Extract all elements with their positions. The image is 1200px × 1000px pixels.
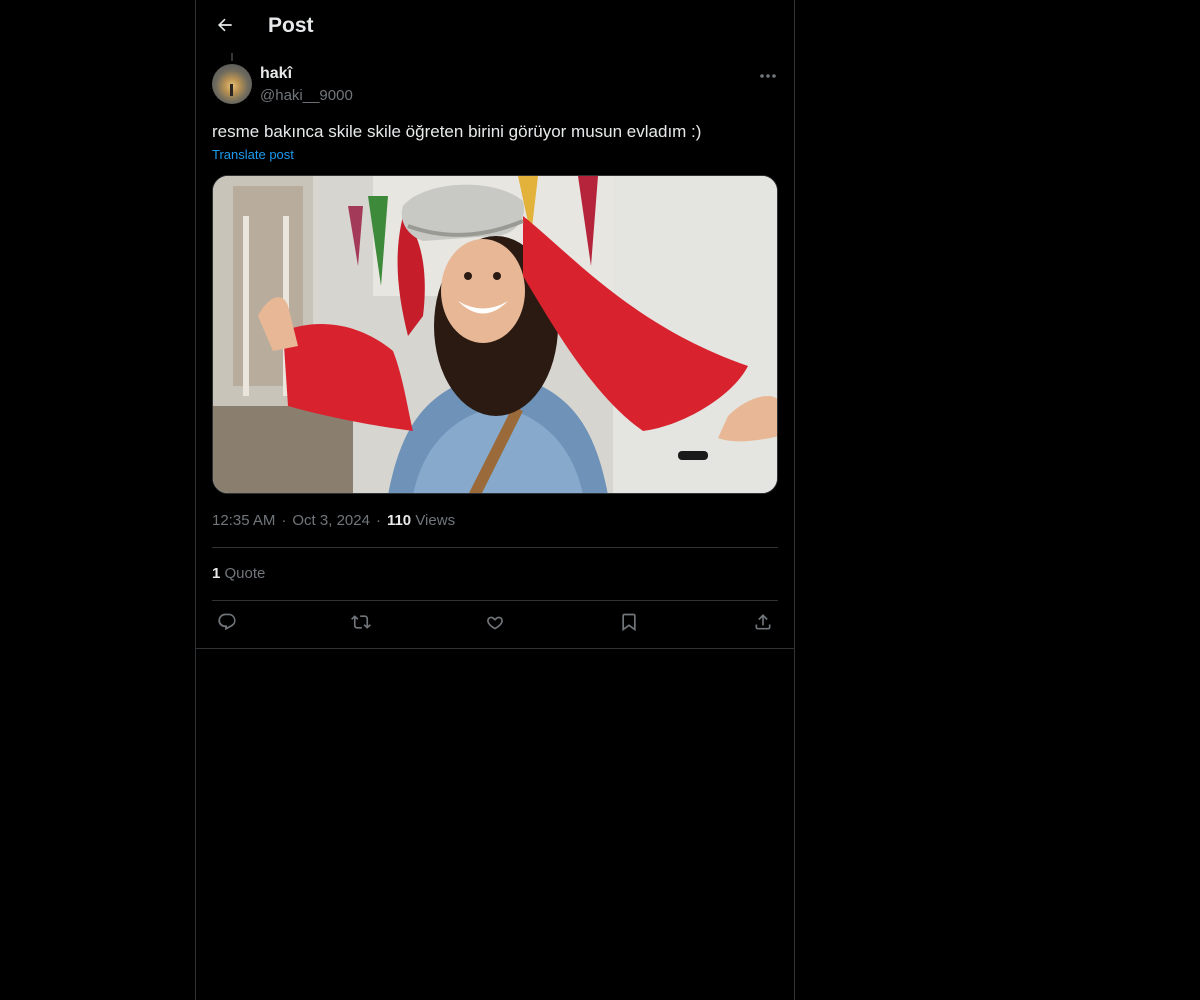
post-text: resme bakınca skile skile öğreten birini… [212, 122, 702, 141]
divider [212, 547, 778, 548]
post-date[interactable]: Oct 3, 2024 [292, 512, 370, 529]
divider [212, 600, 778, 601]
post-time[interactable]: 12:35 AM [212, 512, 275, 529]
action-bar [212, 610, 778, 638]
meta-separator: · [281, 512, 287, 529]
share-icon [753, 612, 773, 637]
like-button[interactable] [480, 610, 510, 638]
reply-icon [217, 612, 237, 637]
bookmark-icon [619, 612, 639, 637]
post-metadata: 12:35 AM · Oct 3, 2024 · 110 Views [212, 512, 455, 529]
author-display-name[interactable]: hakî [260, 65, 292, 83]
post-image[interactable] [212, 175, 778, 494]
divider [196, 648, 794, 649]
page-title: Post [268, 14, 314, 37]
bookmark-button[interactable] [614, 610, 644, 638]
quotes-count: 1 [212, 565, 221, 582]
heart-icon [485, 612, 505, 637]
back-button[interactable] [208, 10, 242, 44]
repost-icon [350, 612, 372, 637]
thread-connector [231, 53, 233, 61]
quotes-link[interactable]: 1 Quote [212, 565, 265, 582]
translate-post-link[interactable]: Translate post [212, 147, 294, 162]
arrow-left-icon [215, 15, 235, 40]
share-button[interactable] [748, 610, 778, 638]
views-label: Views [415, 512, 456, 529]
top-bar: Post [196, 0, 794, 53]
post-column: Post hakî @haki__9000 resme bakınca skil… [195, 0, 795, 1000]
more-options-button[interactable] [754, 64, 782, 86]
repost-button[interactable] [346, 610, 376, 638]
quotes-label: Quote [224, 565, 266, 582]
author-handle[interactable]: @haki__9000 [260, 87, 353, 104]
views-count: 110 [386, 512, 412, 529]
reply-button[interactable] [212, 610, 242, 638]
more-horizontal-icon [759, 66, 777, 84]
meta-separator: · [375, 512, 381, 529]
avatar[interactable] [212, 64, 252, 104]
